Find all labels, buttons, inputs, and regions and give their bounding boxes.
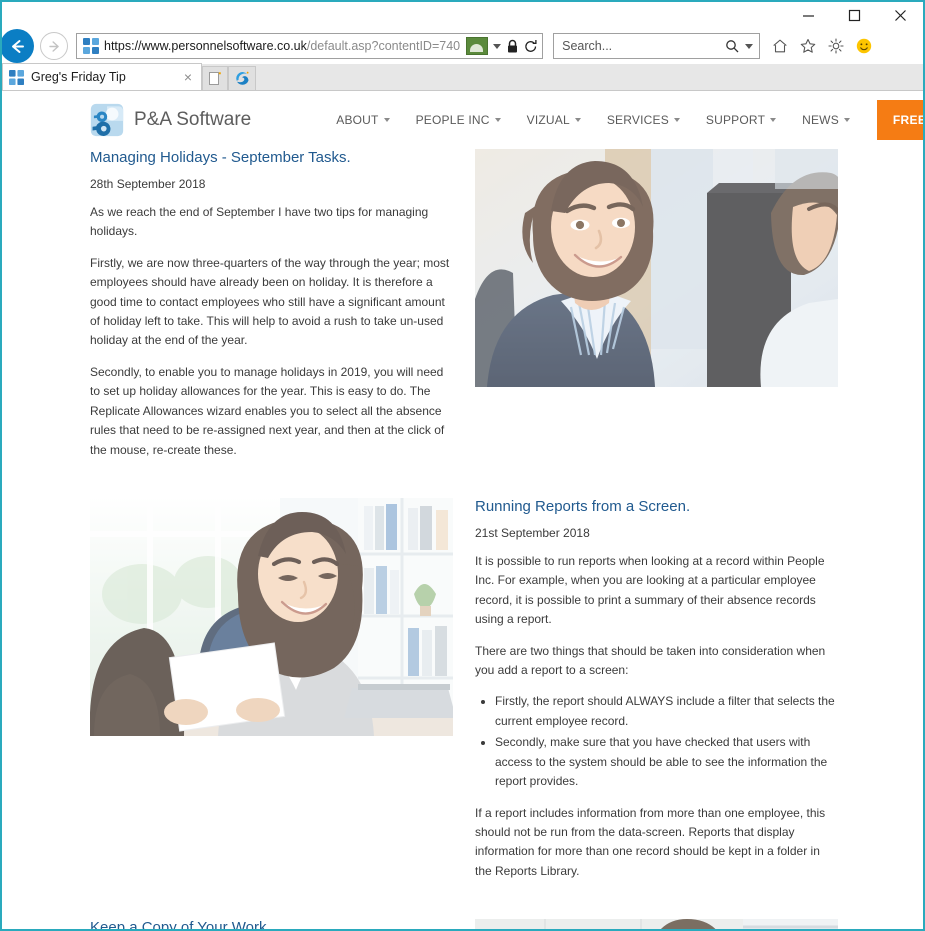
chevron-down-icon — [383, 118, 390, 122]
edge-browser-button[interactable] — [228, 66, 256, 90]
browser-window: https://www.personnelsoftware.co.uk/defa… — [0, 0, 925, 931]
article-paragraph: Firstly, we are now three-quarters of th… — [90, 255, 450, 348]
feedback-smiley-icon — [856, 38, 872, 54]
article-row-3: Keep a Copy of Your Work. 14th September… — [90, 919, 838, 931]
site-logo[interactable]: P&A Software — [90, 103, 251, 137]
nav-item-news[interactable]: NEWS — [789, 113, 863, 127]
article-paragraph: It is possible to run reports when looki… — [475, 553, 825, 627]
lock-icon — [508, 39, 518, 52]
address-bar-icons — [460, 37, 538, 55]
article-bullet-list: Firstly, the report should ALWAYS includ… — [475, 692, 838, 791]
back-arrow-icon — [11, 39, 24, 53]
article-title: Managing Holidays - September Tasks. — [90, 149, 351, 166]
nav-item-support[interactable]: SUPPORT — [693, 113, 789, 127]
logo-text: P&A Software — [134, 109, 252, 130]
article-paragraph: Secondly, to enable you to manage holida… — [90, 364, 445, 457]
compatibility-view-icon[interactable] — [466, 37, 489, 55]
favorites-star-icon — [800, 38, 816, 53]
chevron-down-icon — [673, 118, 680, 122]
article-row-1: Managing Holidays - September Tasks. 28t… — [90, 149, 838, 472]
site-favicon — [9, 69, 24, 85]
new-tab-icon — [209, 71, 222, 85]
search-input[interactable] — [560, 38, 726, 54]
article-image-1 — [475, 149, 838, 387]
feedback-button[interactable] — [852, 34, 876, 58]
article-running-reports: Running Reports from a Screen. 21st Sept… — [475, 498, 838, 893]
home-icon — [773, 39, 787, 53]
chevron-down-icon — [843, 118, 850, 122]
site-header: P&A Software ABOUT PEOPLE INC VIZUAL SER… — [2, 91, 923, 149]
list-item: Firstly, the report should ALWAYS includ… — [495, 692, 838, 731]
nav-item-people-inc[interactable]: PEOPLE INC — [403, 113, 514, 127]
article-keep-a-copy: Keep a Copy of Your Work. 14th September… — [90, 919, 453, 931]
free-demo-button[interactable]: FREE DEMO — [876, 100, 923, 140]
nav-label: SERVICES — [606, 113, 669, 127]
browser-tool-icons — [768, 34, 876, 58]
address-bar[interactable]: https://www.personnelsoftware.co.uk/defa… — [76, 33, 544, 59]
nav-label: ABOUT — [336, 113, 379, 127]
maximize-button[interactable] — [831, 2, 877, 28]
article-image-2 — [90, 498, 453, 736]
site-favicon — [83, 38, 99, 54]
home-button[interactable] — [768, 34, 792, 58]
woman-in-interview-holding-paper-photo — [90, 498, 453, 736]
edge-browser-icon — [235, 71, 249, 85]
article-paragraph: As we reach the end of September I have … — [90, 204, 429, 239]
url-domain: https://www.personnelsoftware.co.uk — [104, 39, 307, 53]
forward-button — [40, 32, 68, 60]
settings-gear-icon — [828, 38, 844, 54]
pa-software-logo-icon — [90, 103, 124, 137]
page-content: Managing Holidays - September Tasks. 28t… — [2, 149, 923, 931]
chevron-down-icon — [770, 118, 777, 122]
tab-strip: Greg's Friday Tip × — [2, 63, 923, 91]
nav-item-vizual[interactable]: VIZUAL — [514, 113, 594, 127]
chevron-down-icon — [574, 118, 581, 122]
article-title: Keep a Copy of Your Work. — [90, 919, 271, 931]
article-paragraph: If a report includes information from mo… — [475, 805, 826, 878]
nav-label: VIZUAL — [526, 113, 570, 127]
list-item: Secondly, make sure that you have checke… — [495, 733, 838, 791]
main-navigation: ABOUT PEOPLE INC VIZUAL SERVICES SUPPORT — [323, 100, 923, 140]
url-path: /default.asp?contentID=740 — [306, 39, 461, 53]
close-button[interactable] — [877, 2, 923, 28]
refresh-icon[interactable] — [524, 39, 538, 54]
nav-label: SUPPORT — [705, 113, 766, 127]
chevron-down-icon — [494, 118, 501, 122]
settings-button[interactable] — [824, 34, 848, 58]
favorites-button[interactable] — [796, 34, 820, 58]
tab-close-button[interactable]: × — [181, 69, 195, 85]
article-paragraph: There are two things that should be take… — [475, 643, 826, 677]
article-date: 21st September 2018 — [475, 525, 590, 540]
nav-label: NEWS — [802, 113, 839, 127]
nav-item-about[interactable]: ABOUT — [323, 113, 402, 127]
nav-item-services[interactable]: SERVICES — [594, 113, 693, 127]
forward-arrow-icon — [48, 40, 59, 52]
url-text: https://www.personnelsoftware.co.uk/defa… — [104, 39, 460, 53]
chevron-down-icon[interactable] — [493, 43, 502, 49]
article-title: Running Reports from a Screen. — [475, 498, 691, 515]
minimize-button[interactable] — [785, 2, 831, 28]
search-box[interactable] — [553, 33, 761, 59]
businessman-in-meeting-with-laptop-photo — [475, 919, 838, 929]
article-managing-holidays: Managing Holidays - September Tasks. 28t… — [90, 149, 453, 472]
browser-tab[interactable]: Greg's Friday Tip × — [2, 63, 202, 90]
title-bar — [2, 2, 923, 28]
tab-title: Greg's Friday Tip — [31, 70, 126, 84]
article-row-2: Running Reports from a Screen. 21st Sept… — [90, 498, 837, 893]
new-tab-button[interactable] — [202, 66, 228, 90]
nav-label: PEOPLE INC — [415, 113, 490, 127]
search-icon[interactable] — [725, 39, 739, 53]
search-dropdown-icon[interactable] — [745, 43, 754, 49]
web-page: P&A Software ABOUT PEOPLE INC VIZUAL SER… — [2, 91, 923, 931]
browser-toolbar: https://www.personnelsoftware.co.uk/defa… — [2, 28, 923, 64]
back-button[interactable] — [2, 29, 34, 63]
smiling-businesswoman-at-desk-photo — [475, 149, 838, 387]
article-date: 28th September 2018 — [90, 176, 206, 191]
article-image-3 — [475, 919, 838, 929]
